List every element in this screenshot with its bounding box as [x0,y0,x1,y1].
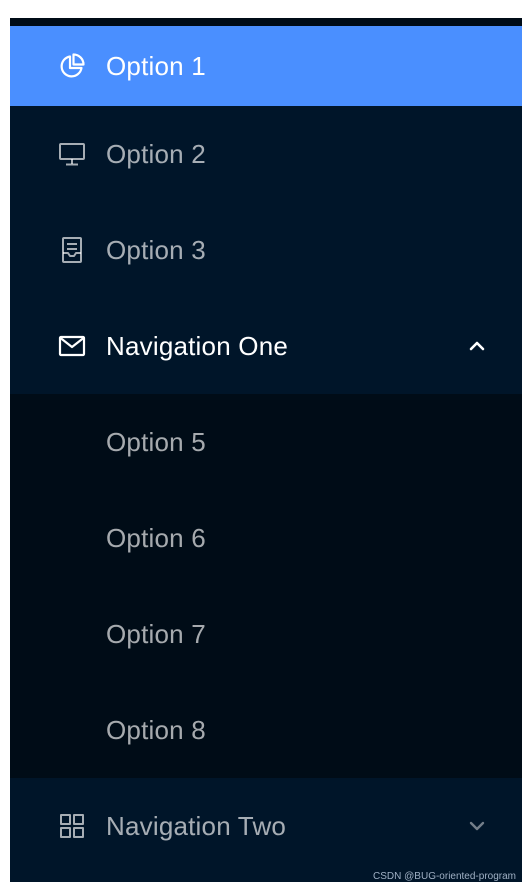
menu-item-label: Option 7 [106,618,206,649]
submenu-navigation-one-list: Option 5 Option 6 Option 7 Option 8 [10,394,522,778]
submenu-navigation-two[interactable]: Navigation Two [10,778,522,874]
menu-item-option-2[interactable]: Option 2 [10,106,522,202]
menu-item-label: Option 3 [106,234,206,265]
mail-icon [58,332,86,360]
menu-item-label: Option 2 [106,138,206,169]
menu-item-option-5[interactable]: Option 5 [10,394,522,490]
pie-chart-icon [58,52,86,80]
inbox-icon [58,236,86,264]
menu-item-label: Option 6 [106,522,206,553]
menu-item-option-3[interactable]: Option 3 [10,202,522,298]
menu-item-option-1[interactable]: Option 1 [10,26,522,106]
chevron-up-icon [466,335,488,357]
appstore-icon [58,812,86,840]
menu-item-option-8[interactable]: Option 8 [10,682,522,778]
menu-item-label: Option 5 [106,426,206,457]
sidebar-menu: Option 1 Option 2 Option 3 Navigation On… [10,18,522,882]
submenu-navigation-one[interactable]: Navigation One [10,298,522,394]
chevron-down-icon [466,815,488,837]
menu-top-strip [10,18,522,26]
menu-item-option-6[interactable]: Option 6 [10,490,522,586]
desktop-icon [58,140,86,168]
submenu-label: Navigation Two [106,810,287,841]
submenu-label: Navigation One [106,330,289,361]
menu-item-label: Option 1 [106,50,206,81]
menu-item-label: Option 8 [106,714,206,745]
watermark: CSDN @BUG-oriented-program [373,871,516,882]
menu-item-option-7[interactable]: Option 7 [10,586,522,682]
